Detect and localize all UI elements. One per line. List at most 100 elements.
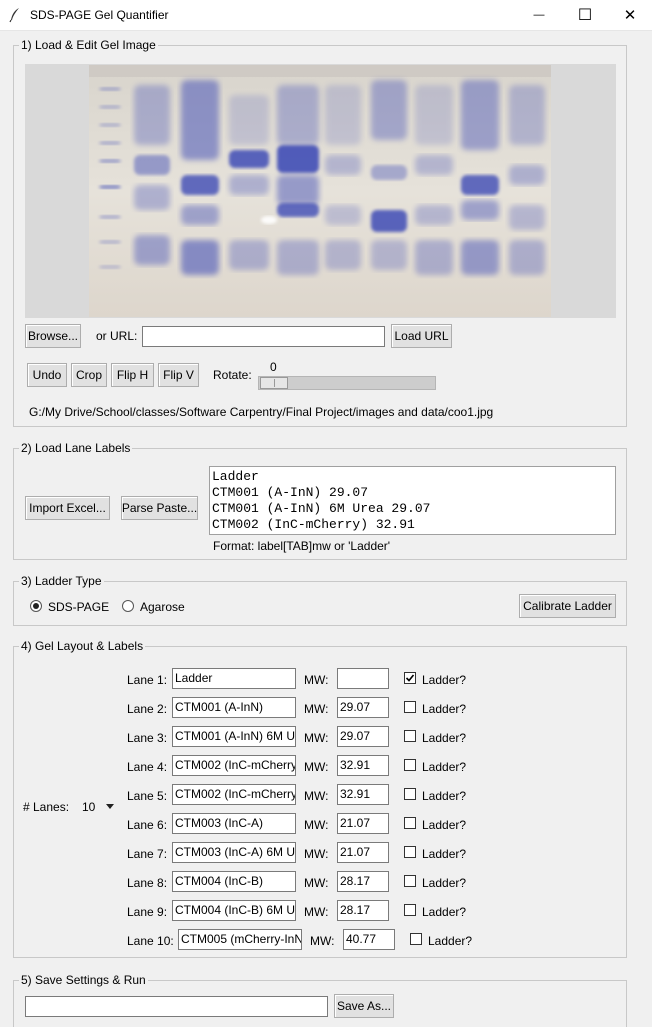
gel-band xyxy=(325,205,361,225)
gel-canvas[interactable] xyxy=(25,64,616,318)
flip-v-button[interactable]: Flip V xyxy=(158,363,199,387)
lane-mw-input[interactable]: 32.91 xyxy=(337,755,389,776)
gel-band xyxy=(461,240,499,275)
lane-title: Lane 4: xyxy=(127,760,168,774)
ladder-checkbox[interactable] xyxy=(404,672,416,684)
lane-mw-input[interactable]: 29.07 xyxy=(337,697,389,718)
gel-band xyxy=(181,205,219,225)
gel-band xyxy=(229,240,269,270)
ladder-label: Ladder? xyxy=(422,847,467,861)
gel-band xyxy=(229,175,269,195)
ladder-checkbox[interactable] xyxy=(404,730,416,742)
mw-label: MW: xyxy=(304,760,329,774)
lane-name-input[interactable]: CTM005 (mCherry-InN) xyxy=(178,929,302,950)
rotate-slider-handle[interactable] xyxy=(260,377,288,389)
format-hint: Format: label[TAB]mw or 'Ladder' xyxy=(213,539,391,553)
section-label: 4) Gel Layout & Labels xyxy=(19,639,146,653)
section-label: 5) Save Settings & Run xyxy=(19,973,148,987)
maximize-button[interactable]: ☐ xyxy=(562,0,608,30)
mw-label: MW: xyxy=(310,934,335,948)
gel-band xyxy=(99,87,121,91)
rotate-slider[interactable] xyxy=(258,376,436,390)
ladder-checkbox[interactable] xyxy=(410,933,422,945)
crop-button[interactable]: Crop xyxy=(71,363,107,387)
ladder-label: Ladder? xyxy=(428,934,473,948)
ladder-label: Ladder? xyxy=(422,818,467,832)
browse-button[interactable]: Browse... xyxy=(25,324,81,348)
ladder-checkbox[interactable] xyxy=(404,846,416,858)
mw-label: MW: xyxy=(304,876,329,890)
ladder-checkbox[interactable] xyxy=(404,759,416,771)
lane-mw-input[interactable]: 28.17 xyxy=(337,900,389,921)
ladder-checkbox[interactable] xyxy=(404,875,416,887)
mw-label: MW: xyxy=(304,673,329,687)
lane-title: Lane 2: xyxy=(127,702,168,716)
num-lanes-value: 10 xyxy=(82,800,96,814)
sds-page-radio[interactable] xyxy=(30,600,42,612)
url-input[interactable] xyxy=(142,326,385,347)
save-as-button[interactable]: Save As... xyxy=(334,994,394,1018)
ladder-checkbox[interactable] xyxy=(404,904,416,916)
lane-title: Lane 8: xyxy=(127,876,168,890)
ladder-checkbox[interactable] xyxy=(404,701,416,713)
gel-band xyxy=(134,155,170,175)
load-url-button[interactable]: Load URL xyxy=(391,324,452,348)
lane-name-input[interactable]: CTM004 (InC-B) 6M Urea xyxy=(172,900,296,921)
gel-band xyxy=(415,240,453,275)
flip-h-button[interactable]: Flip H xyxy=(111,363,154,387)
lane-name-input[interactable]: CTM002 (InC-mCherry) xyxy=(172,755,296,776)
num-lanes-dropdown[interactable]: 10 xyxy=(74,796,118,816)
lane-title: Lane 9: xyxy=(127,905,168,919)
feather-icon xyxy=(9,8,19,23)
gel-band xyxy=(181,240,219,275)
gel-band xyxy=(99,185,121,189)
lane-mw-input[interactable]: 28.17 xyxy=(337,871,389,892)
lane-mw-input[interactable]: 40.77 xyxy=(343,929,395,950)
agarose-radio[interactable] xyxy=(122,600,134,612)
gel-band xyxy=(325,85,361,145)
gel-image xyxy=(89,65,551,317)
lane-mw-input[interactable]: 21.07 xyxy=(337,813,389,834)
gel-band xyxy=(325,240,361,270)
gel-band xyxy=(277,240,319,275)
mw-label: MW: xyxy=(304,789,329,803)
parse-paste-button[interactable]: Parse Paste... xyxy=(121,496,198,520)
lane-name-input[interactable]: CTM001 (A-InN) xyxy=(172,697,296,718)
lane-mw-input[interactable]: 29.07 xyxy=(337,726,389,747)
url-label: or URL: xyxy=(96,329,138,343)
import-excel-button[interactable]: Import Excel... xyxy=(25,496,110,520)
minimize-button[interactable]: — xyxy=(516,0,562,30)
gel-band xyxy=(277,145,319,173)
lane-name-input[interactable]: CTM003 (InC-A) xyxy=(172,813,296,834)
gel-band xyxy=(371,165,407,180)
lane-mw-input[interactable]: 32.91 xyxy=(337,784,389,805)
mw-label: MW: xyxy=(304,818,329,832)
lane-name-input[interactable]: Ladder xyxy=(172,668,296,689)
lane-title: Lane 5: xyxy=(127,789,168,803)
paste-textarea[interactable]: Ladder CTM001 (A-InN) 29.07 CTM001 (A-In… xyxy=(209,466,616,535)
lane-name-input[interactable]: CTM002 (InC-mCherry) xyxy=(172,784,296,805)
ladder-label: Ladder? xyxy=(422,702,467,716)
undo-button[interactable]: Undo xyxy=(27,363,67,387)
lane-mw-input[interactable]: 21.07 xyxy=(337,842,389,863)
calibrate-ladder-button[interactable]: Calibrate Ladder xyxy=(519,594,616,618)
paste-line: CTM001 (A-InN) 6M Urea 29.07 xyxy=(212,501,431,516)
sds-page-label: SDS-PAGE xyxy=(48,600,110,614)
section-label: 2) Load Lane Labels xyxy=(19,441,133,455)
num-lanes-label: # Lanes: xyxy=(23,800,70,814)
lane-name-input[interactable]: CTM001 (A-InN) 6M Urea xyxy=(172,726,296,747)
ladder-checkbox[interactable] xyxy=(404,817,416,829)
ladder-label: Ladder? xyxy=(422,876,467,890)
ladder-checkbox[interactable] xyxy=(404,788,416,800)
gel-band xyxy=(415,85,453,145)
gel-band xyxy=(415,205,453,225)
save-path-input[interactable] xyxy=(25,996,328,1017)
gel-band xyxy=(134,235,170,265)
lane-name-input[interactable]: CTM004 (InC-B) xyxy=(172,871,296,892)
gel-band xyxy=(99,123,121,127)
lane-name-input[interactable]: CTM003 (InC-A) 6M Urea xyxy=(172,842,296,863)
chevron-down-icon xyxy=(106,804,114,809)
close-button[interactable]: ✕ xyxy=(607,0,652,30)
gel-band xyxy=(325,155,361,175)
lane-mw-input[interactable] xyxy=(337,668,389,689)
